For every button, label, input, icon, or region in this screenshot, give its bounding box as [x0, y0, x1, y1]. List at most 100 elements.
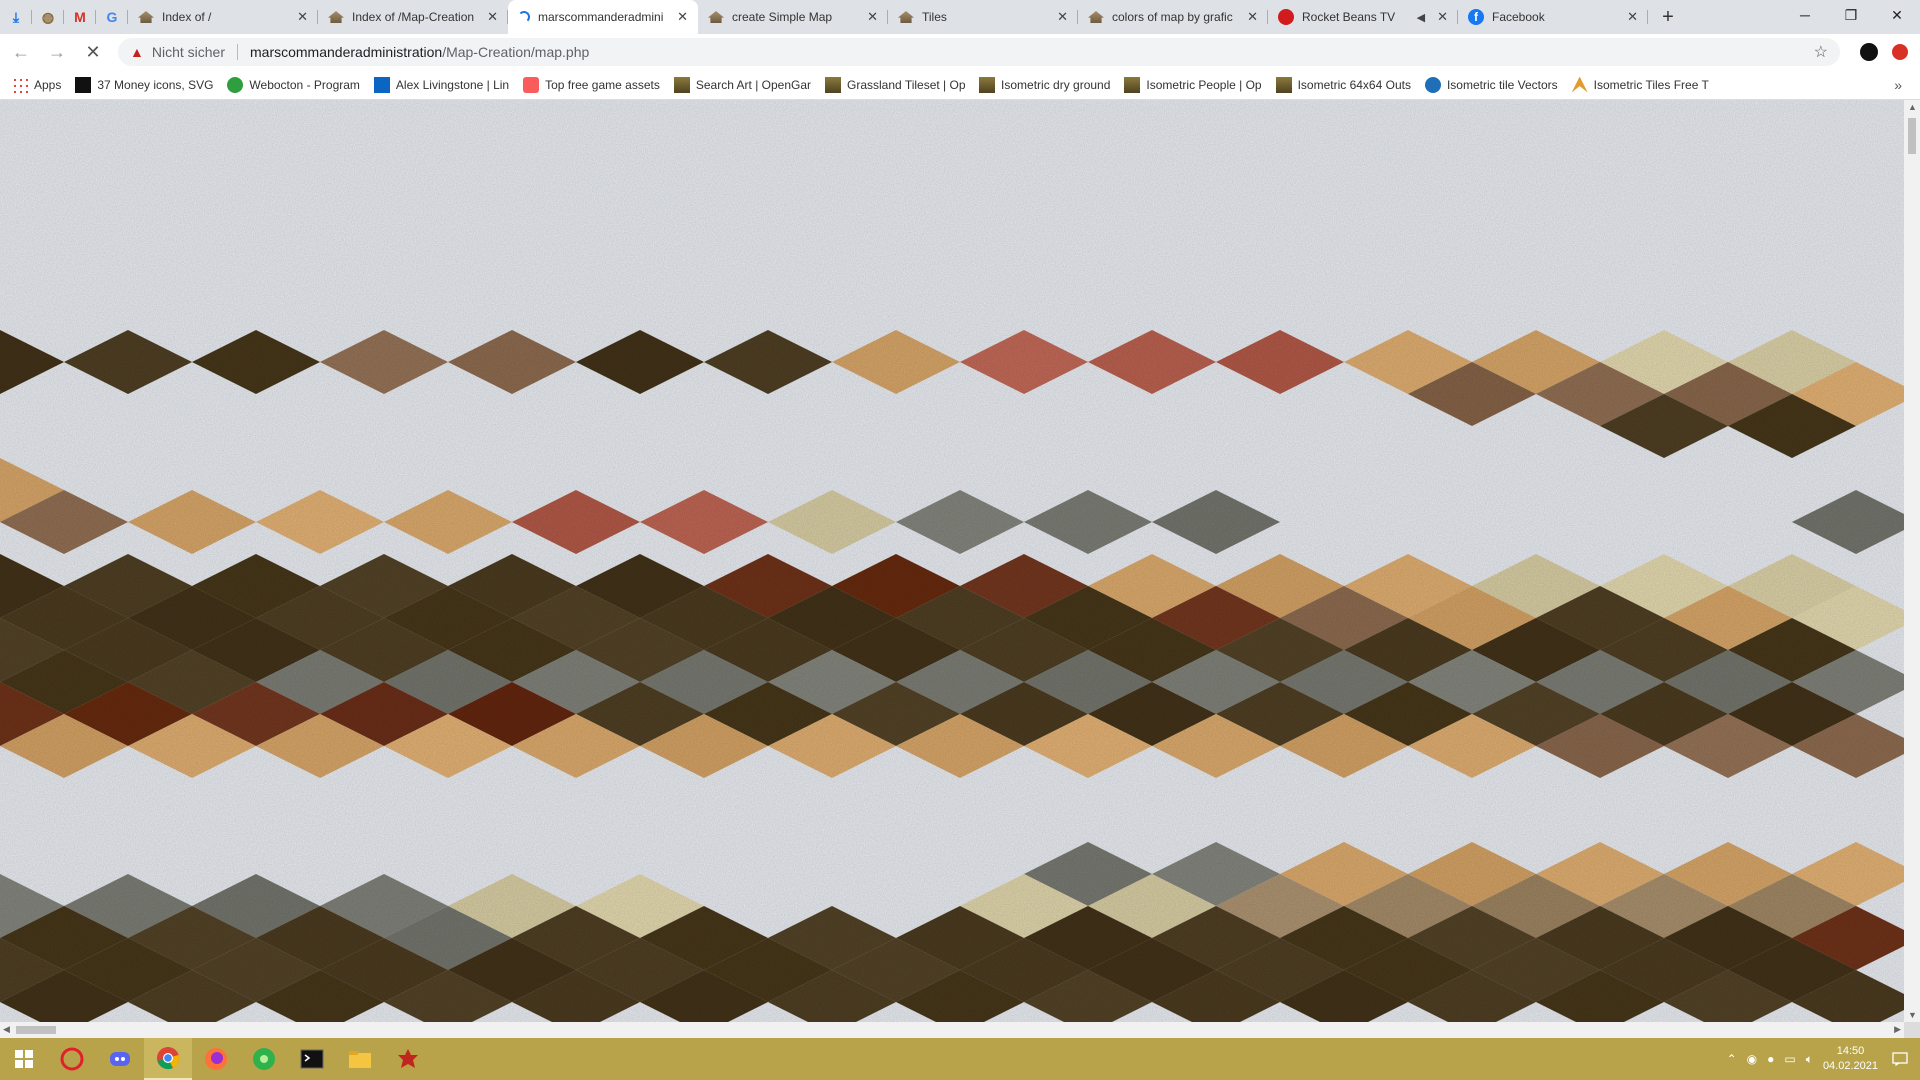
- close-tab-icon[interactable]: ✕: [867, 9, 878, 25]
- bookmark-label: Isometric Tiles Free T: [1593, 77, 1709, 92]
- stop-button[interactable]: ✕: [78, 37, 108, 67]
- tab-title: Tiles: [922, 10, 947, 24]
- network-icon[interactable]: ▭: [1784, 1052, 1795, 1066]
- house-icon: [138, 11, 154, 23]
- new-tab-button[interactable]: +: [1648, 0, 1688, 34]
- close-tab-icon[interactable]: ✕: [487, 9, 498, 25]
- profile-avatar[interactable]: [1860, 43, 1878, 61]
- bookmark-item[interactable]: Alex Livingstone | Lin: [373, 76, 510, 93]
- url-text[interactable]: marscommanderadministration/Map-Creation…: [250, 44, 589, 60]
- bookmark-label: 37 Money icons, SVG: [97, 77, 214, 92]
- back-button[interactable]: ←: [6, 37, 36, 67]
- tab-5[interactable]: colors of map by grafic ✕: [1078, 0, 1268, 34]
- windows-start-icon[interactable]: [0, 1038, 48, 1080]
- scroll-left-icon[interactable]: ◀: [3, 1024, 10, 1035]
- discord-icon[interactable]: [96, 1038, 144, 1080]
- clock[interactable]: 14:50 04.02.2021: [1823, 1044, 1878, 1074]
- tab-0[interactable]: Index of / ✕: [128, 0, 318, 34]
- chevron-up-icon[interactable]: ⌃: [1727, 1052, 1737, 1066]
- forward-button[interactable]: →: [42, 37, 72, 67]
- pinned-tab-0[interactable]: ⤓: [0, 0, 32, 34]
- close-tab-icon[interactable]: ✕: [677, 9, 688, 25]
- bookmark-item[interactable]: 37 Money icons, SVG: [75, 76, 214, 93]
- gmail-icon: M: [74, 9, 86, 25]
- vector-icon: [1424, 76, 1441, 93]
- clock-time: 14:50: [1836, 1045, 1865, 1057]
- loading-icon: [518, 11, 530, 23]
- bookmark-item[interactable]: Search Art | OpenGar: [673, 76, 811, 93]
- game-app-icon[interactable]: [384, 1038, 432, 1080]
- scroll-up-icon[interactable]: ▲: [1908, 102, 1917, 112]
- bookmark-star-icon[interactable]: ☆: [1814, 42, 1828, 62]
- bookmark-item[interactable]: Webocton - Program: [227, 76, 360, 93]
- bookmark-label: Isometric dry ground: [1001, 77, 1111, 92]
- notification-icon[interactable]: [1888, 1038, 1912, 1080]
- speaker-muted-icon[interactable]: ◀︎: [1417, 11, 1425, 24]
- vertical-scrollbar[interactable]: ▲ ▼: [1904, 100, 1920, 1022]
- close-icon: ✕: [85, 41, 101, 62]
- address-bar[interactable]: ▲ Nicht sicher marscommanderadministrati…: [118, 38, 1840, 66]
- maximize-button[interactable]: ❐: [1828, 0, 1874, 30]
- close-window-button[interactable]: ✕: [1874, 0, 1920, 30]
- arrow-left-icon: ←: [12, 41, 30, 62]
- close-tab-icon[interactable]: ✕: [1057, 9, 1068, 25]
- tray-app-icon[interactable]: ●: [1767, 1052, 1774, 1066]
- scroll-down-icon[interactable]: ▼: [1908, 1010, 1917, 1020]
- download-icon: ⤓: [12, 8, 20, 25]
- tab-2[interactable]: marscommanderadmini ✕: [508, 0, 698, 34]
- extension-icon[interactable]: [1892, 44, 1908, 60]
- bookmark-item[interactable]: Isometric tile Vectors: [1424, 76, 1558, 93]
- firefox-icon[interactable]: [192, 1038, 240, 1080]
- window-controls: ─ ❐ ✕: [1782, 0, 1920, 30]
- scroll-corner: [1904, 1022, 1920, 1038]
- close-tab-icon[interactable]: ✕: [1247, 9, 1258, 25]
- bookmark-label: Alex Livingstone | Lin: [395, 77, 510, 92]
- bookmark-item[interactable]: Isometric Tiles Free T: [1571, 76, 1709, 93]
- terminal-icon[interactable]: [288, 1038, 336, 1080]
- scroll-thumb-horizontal[interactable]: [16, 1026, 56, 1034]
- bookmark-label: Apps: [34, 77, 62, 92]
- bookmark-item[interactable]: Isometric 64x64 Outs: [1275, 76, 1411, 93]
- opera-icon[interactable]: [48, 1038, 96, 1080]
- discord-tray-icon[interactable]: ◉: [1747, 1052, 1757, 1066]
- bookmark-item[interactable]: Apps: [12, 76, 62, 93]
- tab-7[interactable]: f Facebook ✕: [1458, 0, 1648, 34]
- tab-1[interactable]: Index of /Map-Creation ✕: [318, 0, 508, 34]
- system-tray: ⌃ ◉ ● ▭ 🔈︎ 14:50 04.02.2021: [1727, 1038, 1912, 1080]
- bookmark-label: Top free game assets: [545, 77, 660, 92]
- tab-6[interactable]: Rocket Beans TV ◀︎ ✕: [1268, 0, 1458, 34]
- security-status[interactable]: Nicht sicher: [152, 44, 225, 60]
- close-tab-icon[interactable]: ✕: [1627, 9, 1638, 25]
- close-tab-icon[interactable]: ✕: [297, 9, 308, 25]
- chrome-icon[interactable]: [144, 1038, 192, 1080]
- bookmark-item[interactable]: Grassland Tileset | Op: [825, 76, 965, 93]
- tab-strip: ⤓ ◍ M G Index of / ✕ Index of /Map-Creation ✕ m…: [0, 0, 1920, 34]
- pinned-tab-1[interactable]: ◍: [32, 0, 64, 34]
- scroll-right-icon[interactable]: ▶: [1894, 1024, 1901, 1035]
- craftpix-icon: [1571, 76, 1588, 93]
- isometric-tile-map[interactable]: [0, 100, 1904, 1022]
- bookmark-label: Isometric 64x64 Outs: [1297, 77, 1411, 92]
- pinned-tab-3[interactable]: G: [96, 0, 128, 34]
- warning-icon: ▲: [130, 44, 144, 60]
- tab-4[interactable]: Tiles ✕: [888, 0, 1078, 34]
- scroll-thumb[interactable]: [1908, 118, 1916, 154]
- bookmark-item[interactable]: Isometric People | Op: [1124, 76, 1262, 93]
- bookmark-item[interactable]: Isometric dry ground: [979, 76, 1111, 93]
- minimize-button[interactable]: ─: [1782, 0, 1828, 30]
- url-path: /Map-Creation/map.php: [442, 44, 590, 60]
- volume-icon[interactable]: 🔈︎: [1806, 1052, 1813, 1067]
- bookmark-item[interactable]: Top free game assets: [523, 76, 660, 93]
- pinned-tab-2[interactable]: M: [64, 0, 96, 34]
- horizontal-scrollbar[interactable]: ◀ ▶: [0, 1022, 1904, 1038]
- site-icon: ◍: [41, 8, 55, 25]
- tab-3[interactable]: create Simple Map ✕: [698, 0, 888, 34]
- bookmarks-overflow-icon[interactable]: »: [1894, 77, 1902, 93]
- green-app-icon[interactable]: [240, 1038, 288, 1080]
- close-tab-icon[interactable]: ✕: [1437, 9, 1448, 25]
- rocketbeans-icon: [1278, 9, 1294, 25]
- tab-title: Index of /Map-Creation: [352, 10, 475, 24]
- tab-title: marscommanderadmini: [538, 10, 664, 24]
- file-explorer-icon[interactable]: [336, 1038, 384, 1080]
- map-canvas[interactable]: [0, 100, 1904, 1022]
